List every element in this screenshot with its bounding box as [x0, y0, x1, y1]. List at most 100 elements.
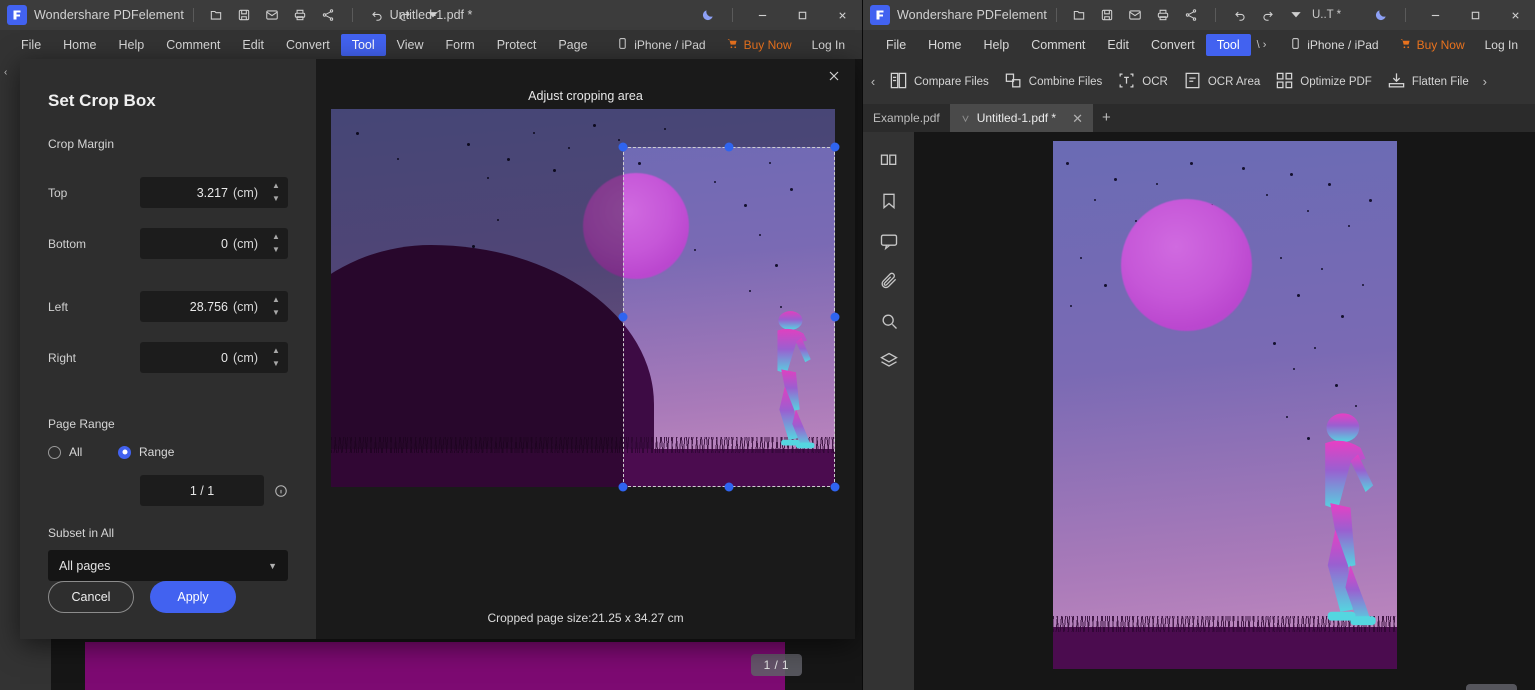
crop-handle-middle-right[interactable] — [830, 312, 840, 322]
menu-tool[interactable]: Tool — [340, 33, 386, 56]
ocr-area-button[interactable]: OCR Area — [1176, 66, 1267, 98]
menu-convert[interactable]: Convert — [275, 34, 341, 56]
menu-overflow-chevrons[interactable]: \ › — [1251, 39, 1267, 51]
minimize-button[interactable] — [742, 0, 782, 30]
chevron-up-icon[interactable]: ▲ — [272, 233, 280, 241]
close-button[interactable] — [1495, 0, 1535, 30]
menu-file[interactable]: File — [10, 34, 52, 56]
attachment-icon[interactable] — [872, 266, 906, 296]
menu-help[interactable]: Help — [973, 34, 1021, 56]
info-icon[interactable] — [274, 484, 288, 498]
flatten-file-button[interactable]: Flatten File — [1380, 66, 1476, 98]
share-icon[interactable] — [315, 3, 341, 27]
crop-bottom-stepper[interactable]: ▲ ▼ — [269, 228, 283, 259]
chevron-up-icon[interactable]: ▲ — [272, 347, 280, 355]
menu-tool[interactable]: Tool — [1205, 33, 1251, 56]
maximize-button[interactable] — [782, 0, 822, 30]
chevron-down-icon[interactable]: ▼ — [272, 360, 280, 368]
tab-untitled-1-pdf[interactable]: Untitled-1.pdf * ✕ — [949, 104, 1093, 132]
crop-right-stepper[interactable]: ▲ ▼ — [269, 342, 283, 373]
chevron-down-icon[interactable]: ▼ — [272, 309, 280, 317]
save-icon[interactable] — [231, 3, 257, 27]
optimize-pdf-button[interactable]: Optimize PDF — [1268, 66, 1379, 98]
email-icon[interactable] — [1122, 3, 1148, 27]
email-icon[interactable] — [259, 3, 285, 27]
moon-icon[interactable] — [1366, 0, 1396, 30]
radio-all[interactable]: All — [48, 445, 118, 459]
share-icon[interactable] — [1178, 3, 1204, 27]
right-document-viewer[interactable]: 1 / 1 — [914, 132, 1535, 690]
print-icon[interactable] — [287, 3, 313, 27]
menu-convert[interactable]: Convert — [1140, 34, 1206, 56]
combine-files-button[interactable]: Combine Files — [997, 66, 1110, 98]
iphone-ipad-link[interactable]: iPhone / iPad — [607, 34, 714, 56]
crop-right-input[interactable]: 0 (cm) ▲ ▼ — [140, 342, 288, 373]
menu-file[interactable]: File — [875, 34, 917, 56]
crop-top-input[interactable]: 3.217 (cm) ▲ ▼ — [140, 177, 288, 208]
menu-comment[interactable]: Comment — [155, 34, 231, 56]
ribbon-scroll-left-icon[interactable]: ‹ — [865, 74, 881, 89]
menu-edit[interactable]: Edit — [1096, 34, 1140, 56]
crop-handle-bottom-left[interactable] — [618, 482, 628, 492]
radio-range[interactable]: Range — [118, 445, 174, 459]
undo-icon[interactable] — [364, 3, 390, 27]
subset-select[interactable]: All pages ▼ — [48, 550, 288, 581]
crop-selection-rect[interactable] — [623, 146, 835, 487]
crop-left-input[interactable]: 28.756 (cm) ▲ ▼ — [140, 291, 288, 322]
menu-form[interactable]: Form — [435, 34, 486, 56]
bookmark-icon[interactable] — [872, 186, 906, 216]
dropdown-icon[interactable] — [1283, 3, 1309, 27]
ribbon-scroll-right-icon[interactable]: › — [1477, 74, 1493, 89]
undo-icon[interactable] — [1227, 3, 1253, 27]
search-icon[interactable] — [872, 306, 906, 336]
close-button[interactable] — [822, 0, 862, 30]
open-file-icon[interactable] — [203, 3, 229, 27]
menu-protect[interactable]: Protect — [486, 34, 548, 56]
crop-handle-top-center[interactable] — [724, 142, 734, 152]
save-icon[interactable] — [1094, 3, 1120, 27]
compare-files-button[interactable]: Compare Files — [882, 66, 996, 98]
moon-icon[interactable] — [693, 0, 723, 30]
login-link[interactable]: Log In — [1476, 34, 1527, 56]
buy-now-link[interactable]: Buy Now — [717, 34, 801, 56]
close-icon[interactable]: ✕ — [1072, 112, 1083, 125]
chevron-down-icon[interactable]: ▼ — [272, 246, 280, 254]
menu-comment[interactable]: Comment — [1020, 34, 1096, 56]
chevron-up-icon[interactable]: ▲ — [272, 296, 280, 304]
login-link[interactable]: Log In — [803, 34, 854, 56]
redo-icon[interactable] — [392, 3, 418, 27]
menu-view[interactable]: View — [386, 34, 435, 56]
redo-icon[interactable] — [1255, 3, 1281, 27]
crop-preview-page[interactable] — [331, 109, 840, 492]
menu-help[interactable]: Help — [108, 34, 156, 56]
dropdown-icon[interactable] — [420, 3, 446, 27]
chevron-up-icon[interactable]: ▲ — [272, 182, 280, 190]
ocr-button[interactable]: OCR — [1110, 66, 1175, 98]
menu-page[interactable]: Page — [547, 34, 598, 56]
crop-handle-middle-left[interactable] — [618, 312, 628, 322]
thumbnails-icon[interactable] — [872, 146, 906, 176]
page-range-input[interactable]: 1 / 1 — [140, 475, 264, 506]
maximize-button[interactable] — [1455, 0, 1495, 30]
apply-button[interactable]: Apply — [150, 581, 236, 613]
cancel-button[interactable]: Cancel — [48, 581, 134, 613]
iphone-ipad-link[interactable]: iPhone / iPad — [1280, 34, 1387, 56]
buy-now-link[interactable]: Buy Now — [1390, 34, 1474, 56]
crop-top-stepper[interactable]: ▲ ▼ — [269, 177, 283, 208]
crop-handle-bottom-center[interactable] — [724, 482, 734, 492]
print-icon[interactable] — [1150, 3, 1176, 27]
crop-left-stepper[interactable]: ▲ ▼ — [269, 291, 283, 322]
menu-home[interactable]: Home — [52, 34, 107, 56]
menu-home[interactable]: Home — [917, 34, 972, 56]
comment-icon[interactable] — [872, 226, 906, 256]
crop-handle-top-right[interactable] — [830, 142, 840, 152]
crop-handle-top-left[interactable] — [618, 142, 628, 152]
minimize-button[interactable] — [1415, 0, 1455, 30]
tab-example-pdf[interactable]: Example.pdf — [863, 104, 950, 132]
chevron-down-icon[interactable]: ▼ — [272, 195, 280, 203]
new-tab-button[interactable]: + — [1093, 104, 1120, 132]
menu-edit[interactable]: Edit — [231, 34, 275, 56]
crop-handle-bottom-right[interactable] — [830, 482, 840, 492]
close-icon[interactable] — [827, 69, 841, 83]
layers-icon[interactable] — [872, 346, 906, 376]
